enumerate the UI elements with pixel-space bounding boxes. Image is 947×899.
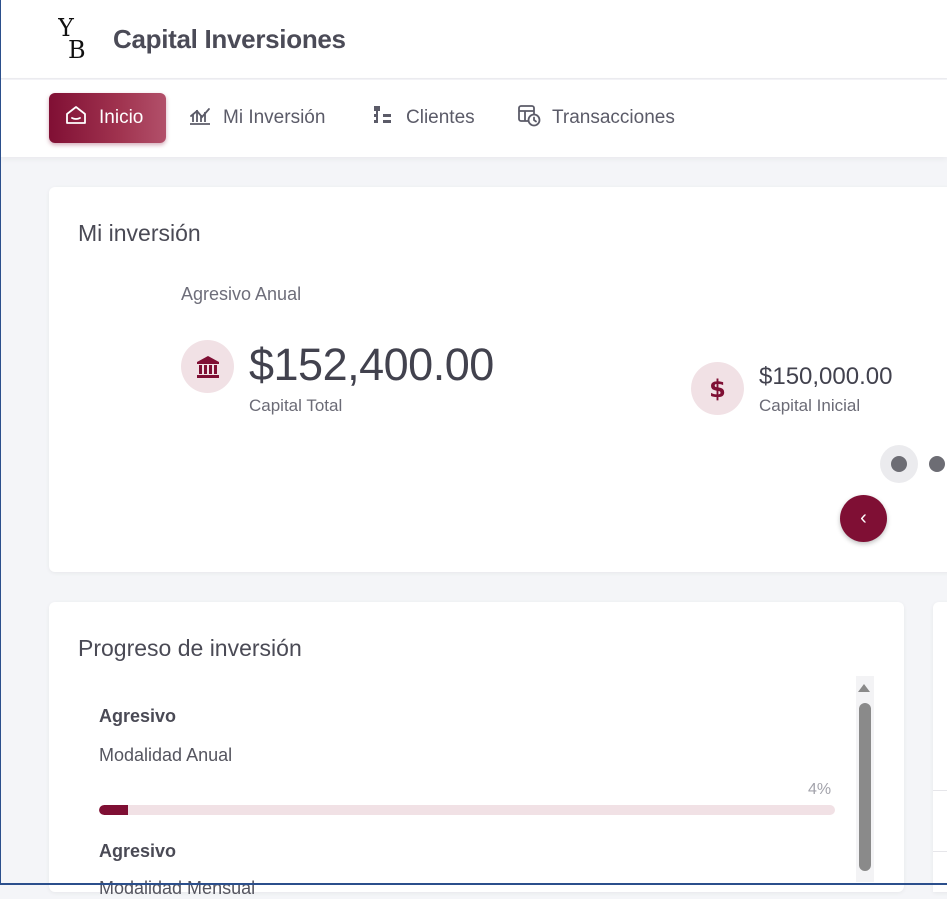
- progress-bar: [99, 805, 835, 815]
- divider: [933, 851, 947, 852]
- top-header: Y B Capital Inversiones: [0, 0, 947, 79]
- main-navbar: Inicio Mi Inversión Clientes Transaccion…: [0, 80, 947, 157]
- progress-item-name: Agresivo: [99, 841, 177, 861]
- nav-item-label: Transacciones: [552, 107, 675, 128]
- nav-item-inicio[interactable]: Inicio: [49, 93, 166, 143]
- progress-card: Progreso de inversión Agresivo Modalidad…: [49, 602, 904, 898]
- brand-logo[interactable]: Y B: [57, 14, 92, 64]
- progress-item-modality: Modalidad Mensual: [99, 878, 256, 898]
- bank-icon: [181, 340, 234, 393]
- home-icon: [63, 102, 89, 134]
- carousel-dot[interactable]: [891, 456, 907, 472]
- chevron-left-icon: ‹: [860, 507, 867, 529]
- app-title: Capital Inversiones: [113, 24, 346, 54]
- nav-item-clientes[interactable]: Clientes: [356, 93, 489, 143]
- plan-name: Agresivo Anual: [181, 284, 302, 304]
- hierarchy-icon: [370, 102, 396, 134]
- scrollbar-thumb[interactable]: [859, 703, 871, 871]
- side-card-partial: [933, 602, 947, 892]
- progress-item-name: Agresivo: [99, 706, 177, 726]
- card-title: Mi inversión: [78, 220, 201, 246]
- capital-total-label: Capital Total: [249, 396, 343, 415]
- divider: [933, 790, 947, 791]
- scroll-up-icon[interactable]: [858, 684, 870, 692]
- capital-inicial-value: $150,000.00: [759, 363, 893, 390]
- dollar-icon: $: [691, 362, 744, 415]
- capital-inicial-label: Capital Inicial: [759, 396, 861, 415]
- svg-text:B: B: [68, 36, 86, 60]
- progress-percent: 4%: [808, 781, 832, 798]
- carousel-dot[interactable]: [929, 456, 945, 472]
- chart-trend-icon: [187, 102, 213, 134]
- progress-item-modality: Modalidad Anual: [99, 745, 233, 765]
- nav-item-label: Clientes: [406, 107, 475, 128]
- investment-card: Mi inversión Agresivo Anual $152,400.00 …: [49, 187, 947, 572]
- carousel-prev-button[interactable]: ‹: [840, 495, 887, 542]
- nav-item-transacciones[interactable]: Transacciones: [502, 93, 689, 143]
- nav-item-label: Inicio: [99, 107, 144, 128]
- nav-item-label: Mi Inversión: [223, 107, 326, 128]
- calendar-clock-icon: [516, 102, 542, 134]
- card-title: Progreso de inversión: [78, 635, 302, 661]
- capital-total-value: $152,400.00: [249, 339, 494, 390]
- nav-item-mi-inversion[interactable]: Mi Inversión: [173, 93, 339, 143]
- progress-bar-fill: [99, 805, 129, 815]
